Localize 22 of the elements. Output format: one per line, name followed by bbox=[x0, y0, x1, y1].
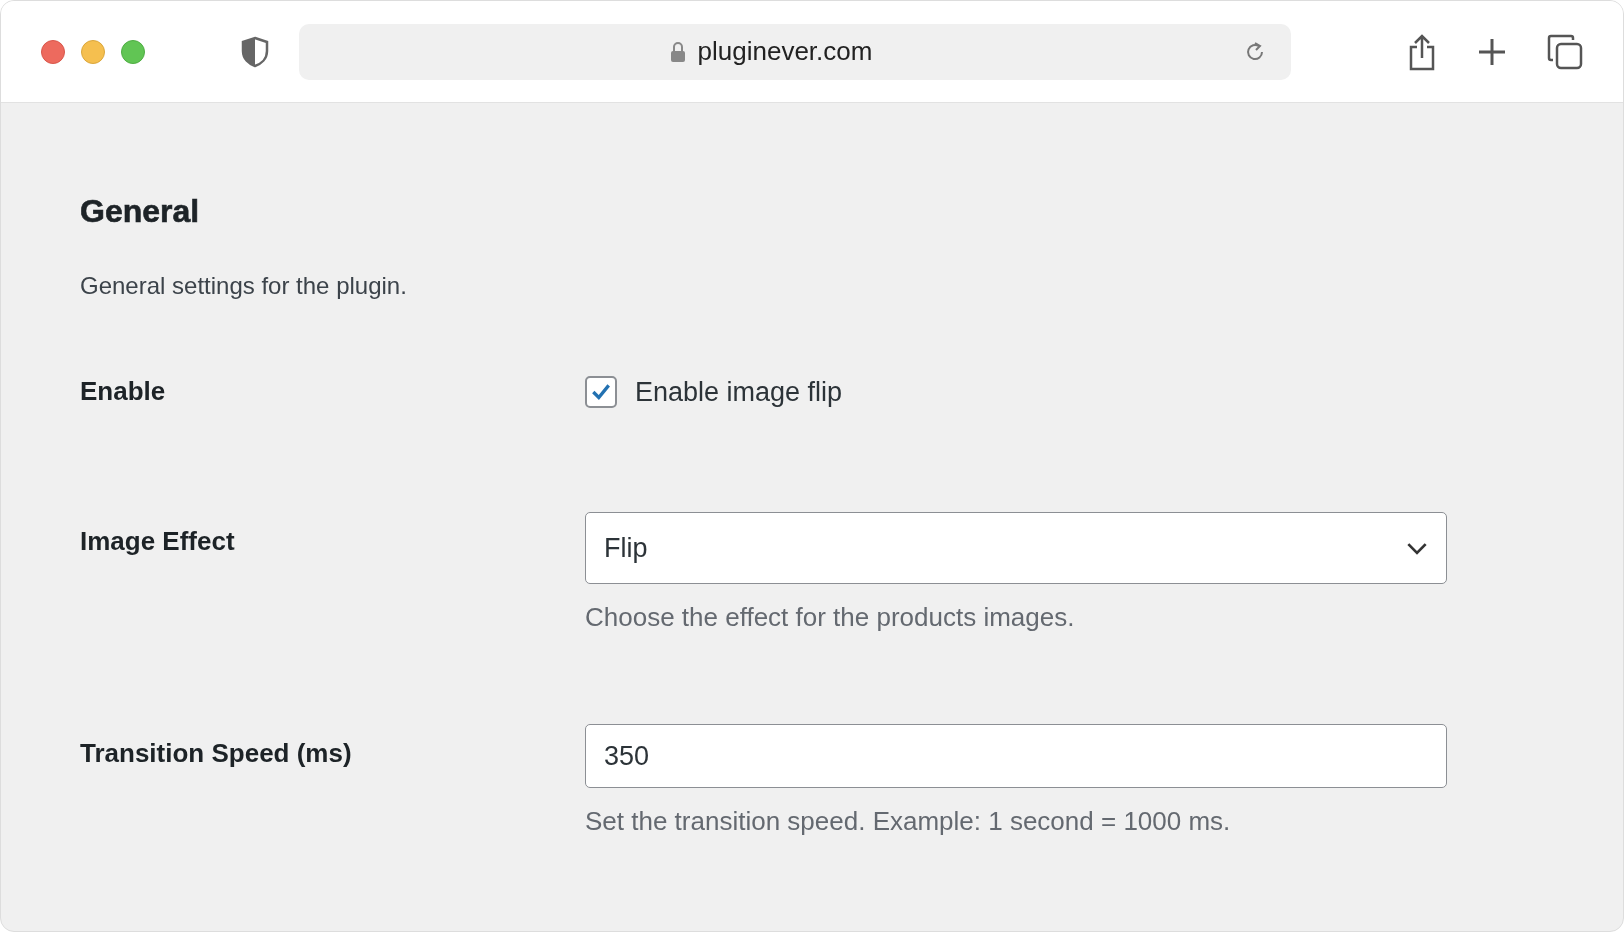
share-icon[interactable] bbox=[1407, 32, 1437, 71]
tabs-icon[interactable] bbox=[1547, 33, 1583, 70]
help-text: Set the transition speed. Example: 1 second = 1000 ms. bbox=[585, 806, 1232, 837]
close-button[interactable] bbox=[41, 39, 65, 64]
shield-icon[interactable] bbox=[241, 35, 269, 68]
address-text: pluginever.com bbox=[697, 36, 873, 67]
field-label: Transition Speed (ms) bbox=[80, 737, 353, 770]
zoom-button[interactable] bbox=[121, 39, 145, 64]
help-text: Choose the effect for the products images. bbox=[585, 602, 1076, 633]
field-label: Enable bbox=[80, 376, 167, 408]
checkbox[interactable] bbox=[585, 376, 617, 408]
lock-icon bbox=[669, 40, 686, 63]
field-label: Image Effect bbox=[80, 525, 236, 558]
checkmark-icon bbox=[590, 381, 612, 403]
section-heading: General bbox=[80, 193, 201, 230]
chevron-down-icon bbox=[1406, 541, 1428, 555]
checkbox-label: Enable image flip bbox=[635, 376, 843, 408]
section-description: General settings for the plugin. bbox=[80, 272, 408, 300]
effect-dropdown[interactable]: Flip bbox=[585, 512, 1447, 584]
plus-icon[interactable] bbox=[1477, 36, 1507, 67]
speed-input[interactable]: 350 bbox=[585, 724, 1447, 788]
address-bar[interactable]: pluginever.com bbox=[299, 23, 1291, 80]
